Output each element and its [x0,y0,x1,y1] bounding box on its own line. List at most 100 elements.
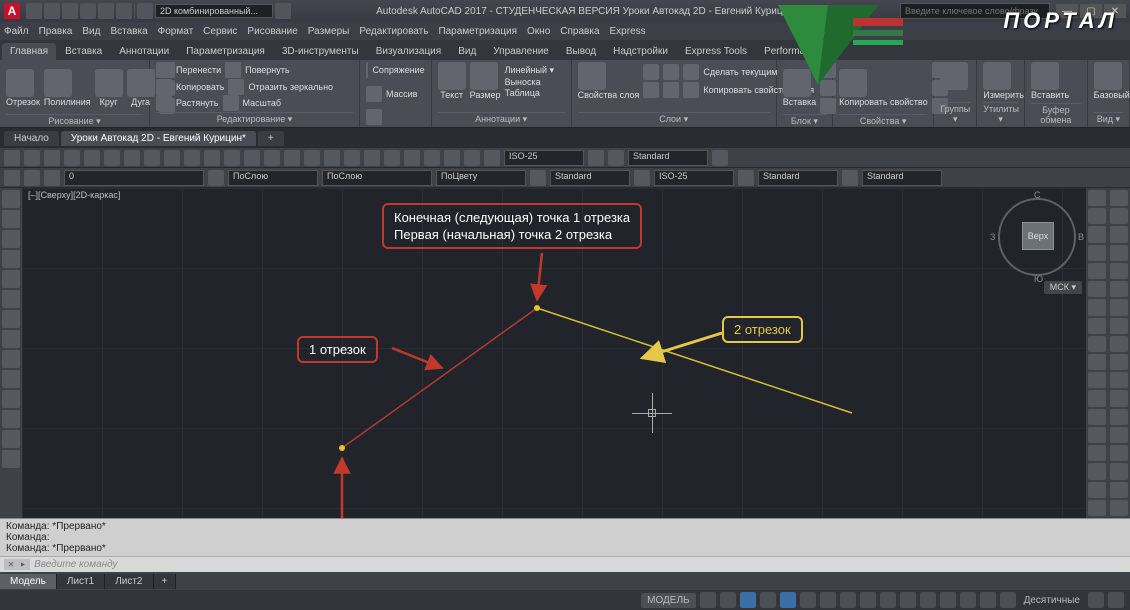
tab-output[interactable]: Вывод [558,43,604,60]
tb-icon[interactable] [738,170,754,186]
tool-icon[interactable] [2,190,20,208]
status-clean-icon[interactable] [1088,592,1104,608]
layer-combo[interactable]: 0 [64,170,204,186]
tool-icon[interactable] [1088,190,1106,206]
tb-icon[interactable] [124,150,140,166]
group-icon[interactable] [940,62,968,90]
workspace-selector[interactable]: 2D комбинированный... [155,4,273,18]
tool-icon[interactable] [1110,245,1128,261]
tool-icon[interactable] [1088,482,1106,498]
tool-icon[interactable] [1088,226,1106,242]
viewcube-face[interactable]: Верх [1022,222,1054,250]
paste-icon[interactable] [1031,62,1059,90]
stretch-icon[interactable] [156,95,172,111]
tool-icon[interactable] [1088,263,1106,279]
baseview-icon[interactable] [1094,62,1122,90]
tool-icon[interactable] [1088,463,1106,479]
tb-icon[interactable] [204,150,220,166]
tb-icon[interactable] [64,150,80,166]
status-ws-icon[interactable] [980,592,996,608]
tb-icon[interactable] [464,150,480,166]
tab-home[interactable]: Главная [2,43,56,60]
tool-icon[interactable] [2,390,20,408]
tab-manage[interactable]: Управление [485,43,557,60]
layer-ico[interactable] [643,64,659,80]
command-input[interactable]: Введите команду [34,559,118,570]
tool-icon[interactable] [2,250,20,268]
status-model[interactable]: МОДЕЛЬ [641,593,695,608]
status-trans-icon[interactable] [840,592,856,608]
tool-icon[interactable] [1110,390,1128,406]
tb-icon[interactable] [712,150,728,166]
menu-view[interactable]: Вид [82,26,100,37]
tool-icon[interactable] [1088,390,1106,406]
tool-icon[interactable] [1088,299,1106,315]
panel-clip-label[interactable]: Буфер обмена [1031,103,1081,125]
status-dyn-icon[interactable] [900,592,916,608]
panel-draw-label[interactable]: Рисование ▾ [6,114,143,127]
panel-ann-label[interactable]: Аннотации ▾ [438,112,565,125]
qat-save-icon[interactable] [62,3,78,19]
tb-icon[interactable] [444,150,460,166]
status-grid-icon[interactable] [700,592,716,608]
tab-layout2[interactable]: Лист2 [105,574,153,589]
qat-dropdown-icon[interactable] [275,3,291,19]
tool-icon[interactable] [1088,281,1106,297]
status-ann-icon[interactable] [960,592,976,608]
dim-tool-icon[interactable] [470,62,498,90]
tb-icon[interactable] [44,170,60,186]
copy-icon[interactable] [156,79,172,95]
tb-icon[interactable] [184,150,200,166]
menu-dim[interactable]: Размеры [308,26,350,37]
tb-icon[interactable] [530,170,546,186]
rotate-icon[interactable] [225,62,241,78]
tool-icon[interactable] [1088,354,1106,370]
style-combo[interactable]: Standard [628,150,708,166]
measure-icon[interactable] [983,62,1011,90]
layer-ico[interactable] [663,64,679,80]
status-sc-icon[interactable] [940,592,956,608]
panel-layers-label[interactable]: Слои ▾ [578,112,770,125]
tb-icon[interactable] [104,150,120,166]
tb-icon[interactable] [144,150,160,166]
tab-annotate[interactable]: Аннотации [111,43,177,60]
tool-icon[interactable] [1088,409,1106,425]
tool-icon[interactable] [1110,372,1128,388]
menu-param[interactable]: Параметризация [438,26,517,37]
tb-icon[interactable] [364,150,380,166]
table-label[interactable]: Таблица [505,88,554,98]
tab-visual[interactable]: Визуализация [368,43,449,60]
tool-icon[interactable] [1088,208,1106,224]
tool-icon[interactable] [1088,336,1106,352]
matchprop-icon[interactable] [839,69,867,97]
tool-icon[interactable] [1088,372,1106,388]
tb-icon[interactable] [4,150,20,166]
tool-icon[interactable] [1088,445,1106,461]
panel-view-label[interactable]: Вид ▾ [1094,112,1123,125]
scale-icon[interactable] [223,95,239,111]
tb-icon[interactable] [84,150,100,166]
tool-icon[interactable] [1110,500,1128,516]
tool-icon[interactable] [1110,263,1128,279]
qat-open-icon[interactable] [44,3,60,19]
tool-icon[interactable] [1110,445,1128,461]
doc-tab-start[interactable]: Начало [4,131,59,146]
tb-icon[interactable] [244,150,260,166]
tool-icon[interactable] [1110,208,1128,224]
tb-icon[interactable] [588,150,604,166]
tab-addins[interactable]: Надстройки [605,43,676,60]
qat-new-icon[interactable] [26,3,42,19]
drawing-canvas[interactable]: [–][Сверху][2D-каркас] [22,188,1086,518]
menu-file[interactable]: Файл [4,26,29,37]
status-osnap-icon[interactable] [780,592,796,608]
tool-icon[interactable] [1088,427,1106,443]
ltype-combo[interactable]: ПоСлою [322,170,432,186]
qat-print-icon[interactable] [116,3,132,19]
status-snap-icon[interactable] [720,592,736,608]
status-custom-icon[interactable] [1108,592,1124,608]
tstyle-combo[interactable]: Standard [862,170,942,186]
menu-insert[interactable]: Вставка [110,26,147,37]
tool-icon[interactable] [1110,190,1128,206]
menu-window[interactable]: Окно [527,26,550,37]
tab-perf[interactable]: Performance [756,43,829,60]
